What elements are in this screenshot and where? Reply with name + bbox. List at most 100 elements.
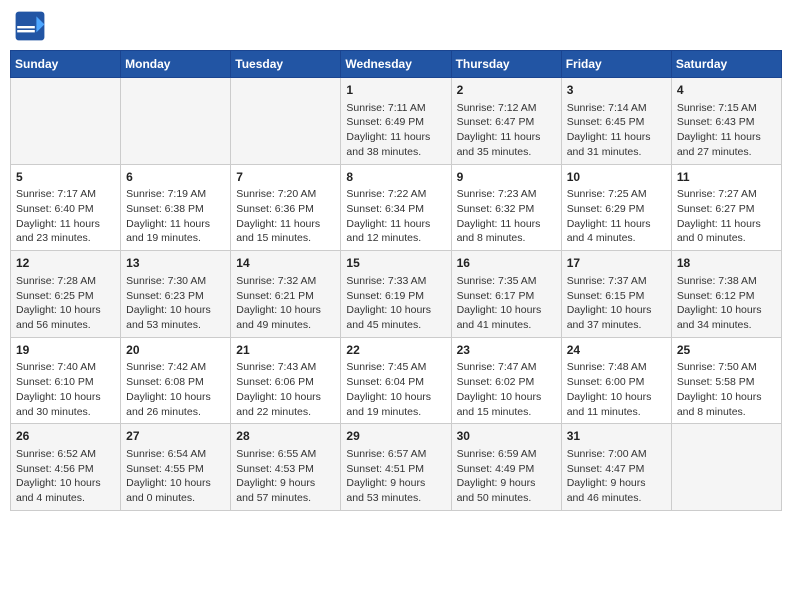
calendar-cell: 8Sunrise: 7:22 AMSunset: 6:34 PMDaylight…	[341, 164, 451, 251]
calendar-cell: 22Sunrise: 7:45 AMSunset: 6:04 PMDayligh…	[341, 337, 451, 424]
day-number: 21	[236, 342, 335, 359]
calendar-cell	[231, 78, 341, 165]
calendar-cell: 15Sunrise: 7:33 AMSunset: 6:19 PMDayligh…	[341, 251, 451, 338]
calendar-week-row: 1 Sunrise: 7:11 AMSunset: 6:49 PMDaylight…	[11, 78, 782, 165]
weekday-header-saturday: Saturday	[671, 51, 781, 78]
cell-content: Sunrise: 7:12 AMSunset: 6:47 PMDaylight:…	[457, 101, 556, 160]
cell-content: Sunrise: 6:59 AMSunset: 4:49 PMDaylight:…	[457, 447, 556, 506]
calendar-cell: 25Sunrise: 7:50 AMSunset: 5:58 PMDayligh…	[671, 337, 781, 424]
calendar-cell: 30Sunrise: 6:59 AMSunset: 4:49 PMDayligh…	[451, 424, 561, 511]
cell-content: Sunrise: 7:50 AMSunset: 5:58 PMDaylight:…	[677, 360, 776, 419]
cell-content: Sunrise: 7:19 AMSunset: 6:38 PMDaylight:…	[126, 187, 225, 246]
day-number: 8	[346, 169, 445, 186]
calendar-cell: 16 Sunrise: 7:35 AMSunset: 6:17 PMDayligh…	[451, 251, 561, 338]
day-number: 31	[567, 428, 666, 445]
calendar-table: SundayMondayTuesdayWednesdayThursdayFrid…	[10, 50, 782, 511]
calendar-week-row: 26 Sunrise: 6:52 AMSunset: 4:56 PMDayligh…	[11, 424, 782, 511]
calendar-cell: 14Sunrise: 7:32 AMSunset: 6:21 PMDayligh…	[231, 251, 341, 338]
calendar-week-row: 12 Sunrise: 7:28 AMSunset: 6:25 PMDayligh…	[11, 251, 782, 338]
day-number: 1	[346, 82, 445, 99]
calendar-week-row: 19Sunrise: 7:40 AMSunset: 6:10 PMDayligh…	[11, 337, 782, 424]
calendar-cell: 3Sunrise: 7:14 AMSunset: 6:45 PMDaylight…	[561, 78, 671, 165]
cell-content: Sunrise: 7:25 AMSunset: 6:29 PMDaylight:…	[567, 187, 666, 246]
weekday-header-tuesday: Tuesday	[231, 51, 341, 78]
cell-content: Sunrise: 7:35 AMSunset: 6:17 PMDaylight:…	[457, 274, 556, 333]
calendar-cell: 27 Sunrise: 6:54 AMSunset: 4:55 PMDayligh…	[121, 424, 231, 511]
calendar-cell: 21Sunrise: 7:43 AMSunset: 6:06 PMDayligh…	[231, 337, 341, 424]
calendar-cell: 19Sunrise: 7:40 AMSunset: 6:10 PMDayligh…	[11, 337, 121, 424]
day-number: 23	[457, 342, 556, 359]
weekday-header-row: SundayMondayTuesdayWednesdayThursdayFrid…	[11, 51, 782, 78]
calendar-cell: 13 Sunrise: 7:30 AMSunset: 6:23 PMDayligh…	[121, 251, 231, 338]
day-number: 20	[126, 342, 225, 359]
day-number: 2	[457, 82, 556, 99]
cell-content: Sunrise: 7:48 AMSunset: 6:00 PMDaylight:…	[567, 360, 666, 419]
day-number: 22	[346, 342, 445, 359]
cell-content: Sunrise: 6:52 AMSunset: 4:56 PMDaylight:…	[16, 447, 115, 506]
cell-content: Sunrise: 7:11 AMSunset: 6:49 PMDaylight:…	[346, 101, 445, 160]
logo-icon	[14, 10, 46, 42]
day-number: 18	[677, 255, 776, 272]
cell-content: Sunrise: 7:37 AMSunset: 6:15 PMDaylight:…	[567, 274, 666, 333]
weekday-header-friday: Friday	[561, 51, 671, 78]
calendar-cell: 1 Sunrise: 7:11 AMSunset: 6:49 PMDaylight…	[341, 78, 451, 165]
calendar-cell	[671, 424, 781, 511]
cell-content: Sunrise: 6:55 AMSunset: 4:53 PMDaylight:…	[236, 447, 335, 506]
day-number: 14	[236, 255, 335, 272]
cell-content: Sunrise: 7:38 AMSunset: 6:12 PMDaylight:…	[677, 274, 776, 333]
cell-content: Sunrise: 7:30 AMSunset: 6:23 PMDaylight:…	[126, 274, 225, 333]
calendar-body: 1 Sunrise: 7:11 AMSunset: 6:49 PMDaylight…	[11, 78, 782, 511]
day-number: 6	[126, 169, 225, 186]
day-number: 12	[16, 255, 115, 272]
cell-content: Sunrise: 6:54 AMSunset: 4:55 PMDaylight:…	[126, 447, 225, 506]
calendar-cell: 12 Sunrise: 7:28 AMSunset: 6:25 PMDayligh…	[11, 251, 121, 338]
cell-content: Sunrise: 7:28 AMSunset: 6:25 PMDaylight:…	[16, 274, 115, 333]
cell-content: Sunrise: 7:42 AMSunset: 6:08 PMDaylight:…	[126, 360, 225, 419]
day-number: 13	[126, 255, 225, 272]
calendar-cell: 28 Sunrise: 6:55 AMSunset: 4:53 PMDayligh…	[231, 424, 341, 511]
day-number: 10	[567, 169, 666, 186]
cell-content: Sunrise: 7:17 AMSunset: 6:40 PMDaylight:…	[16, 187, 115, 246]
weekday-header-thursday: Thursday	[451, 51, 561, 78]
day-number: 11	[677, 169, 776, 186]
cell-content: Sunrise: 7:23 AMSunset: 6:32 PMDaylight:…	[457, 187, 556, 246]
cell-content: Sunrise: 7:20 AMSunset: 6:36 PMDaylight:…	[236, 187, 335, 246]
day-number: 16	[457, 255, 556, 272]
calendar-cell: 6Sunrise: 7:19 AMSunset: 6:38 PMDaylight…	[121, 164, 231, 251]
cell-content: Sunrise: 7:15 AMSunset: 6:43 PMDaylight:…	[677, 101, 776, 160]
calendar-cell: 31Sunrise: 7:00 AMSunset: 4:47 PMDayligh…	[561, 424, 671, 511]
cell-content: Sunrise: 7:43 AMSunset: 6:06 PMDaylight:…	[236, 360, 335, 419]
weekday-header-wednesday: Wednesday	[341, 51, 451, 78]
day-number: 4	[677, 82, 776, 99]
day-number: 26	[16, 428, 115, 445]
page-header	[10, 10, 782, 42]
day-number: 27	[126, 428, 225, 445]
day-number: 17	[567, 255, 666, 272]
weekday-header-sunday: Sunday	[11, 51, 121, 78]
calendar-cell: 5Sunrise: 7:17 AMSunset: 6:40 PMDaylight…	[11, 164, 121, 251]
cell-content: Sunrise: 7:27 AMSunset: 6:27 PMDaylight:…	[677, 187, 776, 246]
cell-content: Sunrise: 7:22 AMSunset: 6:34 PMDaylight:…	[346, 187, 445, 246]
day-number: 28	[236, 428, 335, 445]
calendar-cell: 7Sunrise: 7:20 AMSunset: 6:36 PMDaylight…	[231, 164, 341, 251]
calendar-cell	[121, 78, 231, 165]
calendar-cell: 26 Sunrise: 6:52 AMSunset: 4:56 PMDayligh…	[11, 424, 121, 511]
calendar-cell: 23Sunrise: 7:47 AMSunset: 6:02 PMDayligh…	[451, 337, 561, 424]
day-number: 19	[16, 342, 115, 359]
calendar-cell: 20Sunrise: 7:42 AMSunset: 6:08 PMDayligh…	[121, 337, 231, 424]
day-number: 15	[346, 255, 445, 272]
calendar-header: SundayMondayTuesdayWednesdayThursdayFrid…	[11, 51, 782, 78]
day-number: 5	[16, 169, 115, 186]
calendar-cell: 2 Sunrise: 7:12 AMSunset: 6:47 PMDaylight…	[451, 78, 561, 165]
cell-content: Sunrise: 6:57 AMSunset: 4:51 PMDaylight:…	[346, 447, 445, 506]
day-number: 29	[346, 428, 445, 445]
day-number: 25	[677, 342, 776, 359]
weekday-header-monday: Monday	[121, 51, 231, 78]
day-number: 7	[236, 169, 335, 186]
calendar-cell: 11Sunrise: 7:27 AMSunset: 6:27 PMDayligh…	[671, 164, 781, 251]
calendar-cell: 24Sunrise: 7:48 AMSunset: 6:00 PMDayligh…	[561, 337, 671, 424]
cell-content: Sunrise: 7:14 AMSunset: 6:45 PMDaylight:…	[567, 101, 666, 160]
day-number: 24	[567, 342, 666, 359]
calendar-cell: 10Sunrise: 7:25 AMSunset: 6:29 PMDayligh…	[561, 164, 671, 251]
calendar-week-row: 5Sunrise: 7:17 AMSunset: 6:40 PMDaylight…	[11, 164, 782, 251]
